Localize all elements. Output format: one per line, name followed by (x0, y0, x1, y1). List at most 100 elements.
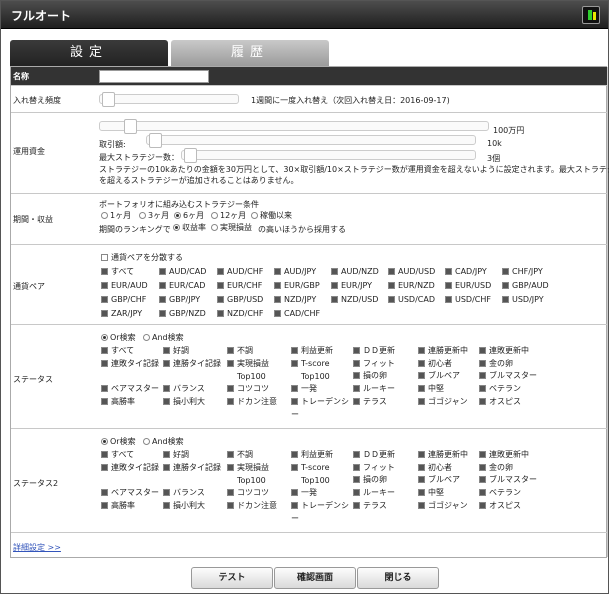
pair-checkbox[interactable]: CAD/JPY (445, 267, 487, 277)
status-checkbox[interactable]: 初心者 (418, 463, 452, 473)
pair-checkbox[interactable]: CHF/JPY (502, 267, 543, 277)
rebalance-slider[interactable] (99, 92, 239, 107)
pair-checkbox[interactable]: EUR/USD (445, 281, 491, 291)
status-checkbox[interactable]: 連敗更新中 (479, 450, 529, 460)
pair-checkbox[interactable]: AUD/CAD (159, 267, 206, 277)
funds-slider[interactable] (99, 119, 489, 134)
status-checkbox[interactable]: ＤＤ更新 (353, 346, 395, 356)
status-checkbox[interactable]: 金の卵 (479, 359, 513, 369)
status-checkbox[interactable]: ＤＤ更新 (353, 450, 395, 460)
pair-checkbox[interactable]: CAD/CHF (274, 309, 320, 319)
status-checkbox[interactable]: 連勝更新中 (418, 346, 468, 356)
period-radio-12m[interactable]: 12ヶ月 (211, 211, 246, 221)
status-checkbox[interactable]: ゴゴジャン (418, 397, 468, 407)
test-button[interactable]: テスト (191, 567, 273, 589)
status-checkbox[interactable]: 実現損益 (227, 359, 269, 369)
status-checkbox[interactable]: ベアマスター (101, 488, 159, 498)
tab-settings[interactable]: 設定 (10, 40, 168, 66)
lot-slider-handle[interactable] (149, 133, 162, 148)
status-checkbox[interactable]: 好調 (163, 346, 189, 356)
status-checkbox[interactable]: バランス (163, 384, 205, 394)
name-input[interactable] (99, 70, 209, 83)
status-checkbox[interactable]: バランス (163, 488, 205, 498)
status-checkbox[interactable]: フィット (353, 359, 395, 369)
status-checkbox[interactable]: オスピス (479, 397, 521, 407)
pair-checkbox[interactable]: NZD/CHF (217, 309, 264, 319)
status-checkbox[interactable]: 中堅 (418, 384, 444, 394)
status-checkbox[interactable]: ブルベア (418, 371, 460, 381)
status-checkbox[interactable]: 一発 (291, 384, 317, 394)
status-checkbox[interactable]: 高勝率 (101, 501, 135, 511)
status-checkbox[interactable]: 損の卵 (353, 475, 387, 485)
tab-history[interactable]: 履歴 (171, 40, 329, 66)
status-checkbox[interactable]: ルーキー (353, 488, 395, 498)
rank-radio-return[interactable]: 収益率 (173, 223, 206, 233)
status-checkbox[interactable]: 実現損益 (227, 463, 269, 473)
status-checkbox[interactable]: ドカン注意 (227, 501, 277, 511)
diversify-checkbox[interactable]: 通貨ペアを分散する (101, 253, 183, 263)
status-checkbox[interactable]: 連敗タイ記録 (101, 463, 159, 473)
pair-checkbox[interactable]: NZD/USD (331, 295, 378, 305)
status-checkbox[interactable]: ベアマスター (101, 384, 159, 394)
pair-checkbox[interactable]: EUR/CHF (217, 281, 262, 291)
and-search-radio[interactable]: And検索 (143, 437, 184, 447)
period-radio-3m[interactable]: 3ヶ月 (139, 211, 169, 221)
pair-checkbox[interactable]: GBP/JPY (159, 295, 200, 305)
app-logo-icon[interactable] (582, 6, 600, 24)
status-checkbox[interactable]: 連敗更新中 (479, 346, 529, 356)
or-search-radio[interactable]: Or検索 (101, 437, 136, 447)
status-checkbox[interactable]: トレーデンシ (291, 397, 349, 407)
period-radio-all[interactable]: 稼働以来 (251, 211, 292, 221)
lot-slider[interactable] (146, 133, 476, 148)
status-checkbox[interactable]: T-score (291, 359, 330, 369)
status-checkbox[interactable]: すべて (101, 450, 134, 460)
pair-checkbox[interactable]: EUR/JPY (331, 281, 372, 291)
status-checkbox[interactable]: 損小利大 (163, 397, 205, 407)
rank-radio-pnl[interactable]: 実現損益 (211, 223, 252, 233)
max-strategy-slider[interactable] (181, 148, 476, 163)
pair-checkbox[interactable]: EUR/CAD (159, 281, 205, 291)
pair-checkbox[interactable]: USD/CHF (445, 295, 491, 305)
status-checkbox[interactable]: 損小利大 (163, 501, 205, 511)
confirm-button[interactable]: 確認画面 (274, 567, 356, 589)
status-checkbox[interactable]: ブルマスター (479, 371, 537, 381)
period-radio-6m[interactable]: 6ヶ月 (174, 211, 204, 221)
pair-checkbox[interactable]: GBP/AUD (502, 281, 549, 291)
status-checkbox[interactable]: 不調 (227, 346, 253, 356)
status-checkbox[interactable]: ブルマスター (479, 475, 537, 485)
pair-checkbox[interactable]: USD/CAD (388, 295, 435, 305)
status-checkbox[interactable]: 利益更新 (291, 346, 333, 356)
status-checkbox[interactable]: 利益更新 (291, 450, 333, 460)
status-checkbox[interactable]: ブルベア (418, 475, 460, 485)
pair-checkbox[interactable]: ZAR/JPY (101, 309, 142, 319)
max-strategy-slider-handle[interactable] (184, 148, 197, 163)
status-checkbox[interactable]: フィット (353, 463, 395, 473)
status-checkbox[interactable]: コツコツ (227, 488, 269, 498)
status-checkbox[interactable]: 金の卵 (479, 463, 513, 473)
pair-checkbox[interactable]: AUD/USD (388, 267, 435, 277)
status-checkbox[interactable]: 高勝率 (101, 397, 135, 407)
pair-checkbox[interactable]: EUR/GBP (274, 281, 320, 291)
pair-checkbox[interactable]: GBP/NZD (159, 309, 206, 319)
status-checkbox[interactable]: コツコツ (227, 384, 269, 394)
pair-checkbox[interactable]: GBP/USD (217, 295, 263, 305)
status-checkbox[interactable]: ゴゴジャン (418, 501, 468, 511)
status-checkbox[interactable]: ドカン注意 (227, 397, 277, 407)
status-checkbox[interactable]: 連敗タイ記録 (101, 359, 159, 369)
funds-slider-handle[interactable] (124, 119, 137, 134)
status-checkbox[interactable]: テラス (353, 501, 387, 511)
pair-checkbox[interactable]: AUD/CHF (217, 267, 263, 277)
rebalance-slider-handle[interactable] (102, 92, 115, 107)
status-checkbox[interactable]: ベテラン (479, 384, 521, 394)
pair-checkbox[interactable]: AUD/JPY (274, 267, 316, 277)
status-checkbox[interactable]: 損の卵 (353, 371, 387, 381)
status-checkbox[interactable]: 初心者 (418, 359, 452, 369)
pair-checkbox[interactable]: USD/JPY (502, 295, 544, 305)
status-checkbox[interactable]: 不調 (227, 450, 253, 460)
pair-checkbox[interactable]: EUR/AUD (101, 281, 148, 291)
pair-checkbox[interactable]: AUD/NZD (331, 267, 379, 277)
status-checkbox[interactable]: 好調 (163, 450, 189, 460)
status-checkbox[interactable]: トレーデンシ (291, 501, 349, 511)
status-checkbox[interactable]: 連勝タイ記録 (163, 359, 221, 369)
pair-checkbox[interactable]: EUR/NZD (388, 281, 435, 291)
